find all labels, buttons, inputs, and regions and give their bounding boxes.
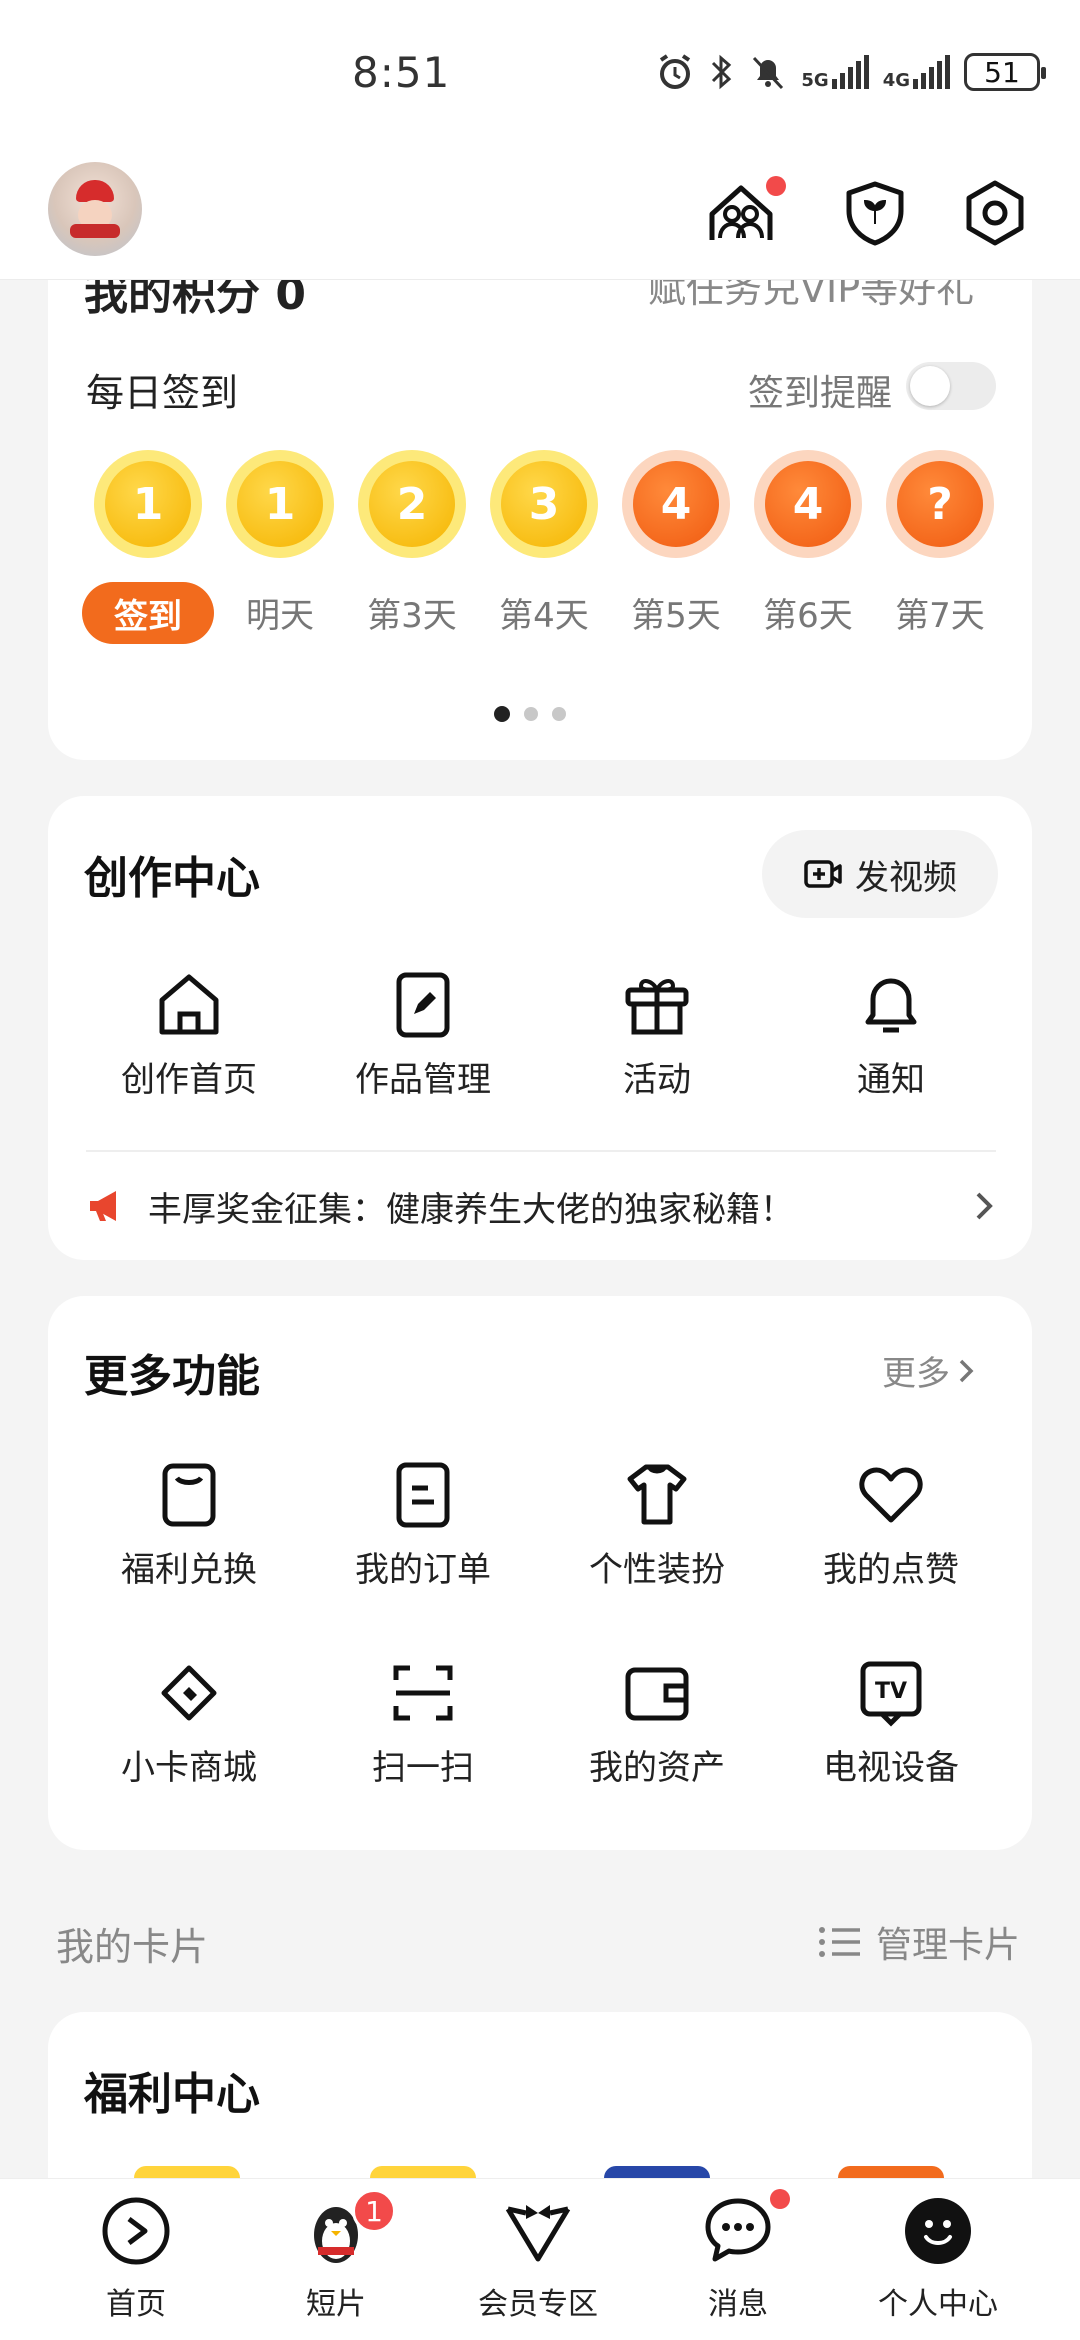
- coin-day-4: 3: [490, 450, 598, 558]
- tv-icon: TV: [860, 1661, 922, 1727]
- silent-bell-icon: [753, 56, 784, 90]
- signal-5g: 5G: [801, 55, 869, 90]
- smiley-profile-icon: [905, 2198, 971, 2264]
- signal-bars-icon: [913, 55, 950, 89]
- my-cards-title: 我的卡片: [56, 1925, 209, 1969]
- more-link[interactable]: 更多: [882, 1346, 976, 1395]
- coin-day-1: 1: [94, 450, 202, 558]
- divider: [86, 1150, 996, 1152]
- signal-bars-icon: [831, 55, 869, 89]
- signin-button[interactable]: 签到: [82, 582, 214, 644]
- tv-devices-item[interactable]: TV 电视设备: [774, 1656, 1008, 1789]
- daily-signin-label: 每日签到: [86, 371, 239, 415]
- day-label-2: 明天: [246, 596, 314, 636]
- shorts-badge: 1: [352, 2189, 396, 2233]
- scan-icon: [393, 1665, 453, 1721]
- nav-home[interactable]: 首页: [36, 2193, 236, 2323]
- megaphone-icon: [90, 1191, 116, 1221]
- coin-day-2: 1: [226, 450, 334, 558]
- activities-item[interactable]: 活动: [540, 968, 774, 1101]
- notification-dot: [766, 176, 786, 196]
- bluetooth-icon: [712, 54, 732, 90]
- coin-day-5: 4: [622, 450, 730, 558]
- list-icon: [819, 1927, 860, 1957]
- signal-4g: 4G: [883, 55, 950, 90]
- wallet-icon: [625, 1667, 689, 1721]
- more-features-title: 更多功能: [84, 1351, 260, 1402]
- home-icon: [159, 974, 219, 1035]
- bag-icon: [162, 1463, 216, 1527]
- gift-icon: [625, 979, 689, 1035]
- chat-bubble-icon: [705, 2198, 771, 2262]
- day-label-3: 第3天: [367, 596, 457, 636]
- crown-tux-icon: [505, 2205, 571, 2262]
- day-label-5: 第5天: [631, 596, 721, 636]
- welfare-center-title: 福利中心: [84, 2069, 260, 2120]
- signin-reminder-toggle[interactable]: [906, 362, 996, 410]
- personalize-item[interactable]: 个性装扮: [540, 1458, 774, 1591]
- alarm-icon: [660, 54, 691, 89]
- status-time: 8:51: [352, 48, 451, 97]
- nav-messages[interactable]: 消息: [638, 2193, 838, 2323]
- my-assets-item[interactable]: 我的资产: [540, 1656, 774, 1789]
- day-label-4: 第4天: [499, 596, 589, 636]
- edit-document-icon: [396, 972, 450, 1038]
- profile-header: [0, 150, 1080, 280]
- my-orders-item[interactable]: 我的订单: [306, 1458, 540, 1591]
- battery-icon: 51: [964, 53, 1046, 91]
- tshirt-icon: [627, 1464, 687, 1525]
- manage-cards-button[interactable]: 管理卡片: [818, 1916, 1020, 1968]
- chevron-right-icon: [976, 1192, 993, 1220]
- promo-banner[interactable]: 丰厚奖金征集：健康养生大佬的独家秘籍！: [86, 1176, 996, 1236]
- status-icons: 5G 4G 51: [655, 52, 1046, 92]
- svg-text:TV: TV: [875, 1679, 907, 1704]
- day-label-7: 第7天: [895, 596, 985, 636]
- creator-home-item[interactable]: 创作首页: [72, 968, 306, 1101]
- nav-vip[interactable]: 会员专区: [438, 2193, 638, 2323]
- coin-day-3: 2: [358, 450, 466, 558]
- carousel-pager: [494, 706, 566, 722]
- avatar[interactable]: [48, 162, 142, 256]
- welfare-exchange-item[interactable]: 福利兑换: [72, 1458, 306, 1591]
- nav-profile[interactable]: 个人中心: [838, 2193, 1038, 2323]
- settings-icon[interactable]: [958, 176, 1032, 250]
- card-mall-item[interactable]: 小卡商城: [72, 1656, 306, 1789]
- post-video-button[interactable]: 发视频: [762, 830, 998, 918]
- heart-icon: [859, 1467, 923, 1523]
- shield-leaf-icon[interactable]: [838, 176, 912, 250]
- bell-icon: [865, 978, 917, 1033]
- chevron-right-icon: [959, 1359, 974, 1382]
- scan-item[interactable]: 扫一扫: [306, 1656, 540, 1789]
- coin-day-7: ?: [886, 450, 994, 558]
- creator-center-title: 创作中心: [84, 853, 260, 904]
- status-bar: 8:51 5G 4G 51: [0, 0, 1080, 150]
- card-tag-icon: [161, 1665, 217, 1721]
- play-icon: [102, 2197, 170, 2265]
- order-list-icon: [396, 1462, 450, 1528]
- coin-day-6: 4: [754, 450, 862, 558]
- signin-reminder-label: 签到提醒: [748, 373, 893, 414]
- video-plus-icon: [804, 860, 842, 888]
- bottom-navigation: 首页 短片 1 会员专区 消息 个人中心: [0, 2178, 1080, 2340]
- my-likes-item[interactable]: 我的点赞: [774, 1458, 1008, 1591]
- day-label-6: 第6天: [763, 596, 853, 636]
- notifications-item[interactable]: 通知: [774, 968, 1008, 1101]
- nav-shorts[interactable]: 短片: [236, 2193, 436, 2323]
- messages-dot: [770, 2189, 790, 2209]
- works-management-item[interactable]: 作品管理: [306, 968, 540, 1101]
